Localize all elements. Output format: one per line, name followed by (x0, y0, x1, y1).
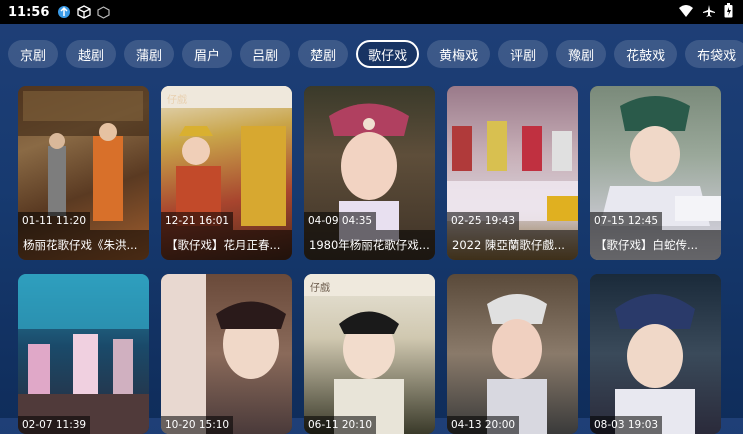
video-grid-row-2: 02-07 11:39 10-20 15:10 仔戲 06-11 20:10 0… (18, 274, 721, 434)
date-badge: 01-11 11:20 (18, 212, 91, 230)
date-badge: 04-13 20:00 (447, 416, 520, 434)
tab-chuju[interactable]: 楚剧 (298, 40, 349, 68)
video-thumbnail (304, 274, 435, 434)
video-card[interactable]: 02-25 19:43 2022 陳亞蘭歌仔戲... (447, 86, 578, 260)
video-card[interactable]: 02-07 11:39 (18, 274, 149, 434)
video-card[interactable]: 04-09 04:35 1980年杨丽花歌仔戏... (304, 86, 435, 260)
video-card[interactable]: 仔戲 06-11 20:10 (304, 274, 435, 434)
video-title: 【歌仔戏】白蛇传... (590, 230, 721, 260)
thumbnail-scene (487, 294, 547, 434)
video-card[interactable]: 10-20 15:10 (161, 274, 292, 434)
date-badge: 08-03 19:03 (590, 416, 663, 434)
video-title: 【歌仔戏】花月正春... (161, 230, 292, 260)
notification-dot-icon (57, 5, 71, 19)
thumbnail-scene (615, 294, 695, 434)
video-card[interactable]: 07-15 12:45 【歌仔戏】白蛇传... (590, 86, 721, 260)
video-card[interactable]: 仔戲 12-21 16:01 【歌仔戏】花月正春... (161, 86, 292, 260)
date-badge: 06-11 20:10 (304, 416, 377, 434)
video-title: 2022 陳亞蘭歌仔戲... (447, 230, 578, 260)
status-time: 11:56 (8, 4, 50, 20)
thumbnail-scene (18, 274, 149, 434)
thumbnail-scene (304, 274, 435, 434)
tab-meihu[interactable]: 眉户 (182, 40, 233, 68)
date-badge: 02-25 19:43 (447, 212, 520, 230)
date-badge: 12-21 16:01 (161, 212, 234, 230)
cube-outline-icon (97, 5, 110, 19)
cube-icon (77, 5, 92, 19)
battery-icon (724, 3, 733, 18)
tab-budaixi[interactable]: 布袋戏 (685, 40, 743, 68)
date-badge: 07-15 12:45 (590, 212, 663, 230)
corner-label: 仔戲 (167, 95, 187, 106)
video-card[interactable]: 01-11 11:20 杨丽花歌仔戏《朱洪... (18, 86, 149, 260)
tab-gezaixi[interactable]: 歌仔戏 (356, 40, 420, 68)
date-badge: 04-09 04:35 (304, 212, 377, 230)
tab-puju[interactable]: 蒲剧 (124, 40, 175, 68)
video-thumbnail (161, 274, 292, 434)
corner-label: 仔戲 (310, 283, 330, 294)
tab-yuju[interactable]: 豫剧 (556, 40, 607, 68)
tab-pingju[interactable]: 评剧 (498, 40, 549, 68)
date-badge: 02-07 11:39 (18, 416, 91, 434)
status-bar: 11:56 (0, 0, 743, 24)
tab-jingju[interactable]: 京剧 (8, 40, 59, 68)
video-title: 1980年杨丽花歌仔戏... (304, 230, 435, 260)
video-card[interactable]: 04-13 20:00 (447, 274, 578, 434)
video-grid: 01-11 11:20 杨丽花歌仔戏《朱洪... 仔戲 12-21 16:01 … (18, 86, 721, 260)
video-title: 杨丽花歌仔戏《朱洪... (18, 230, 149, 260)
video-thumbnail (18, 274, 149, 434)
video-thumbnail (447, 274, 578, 434)
tab-lvju[interactable]: 吕剧 (240, 40, 291, 68)
video-thumbnail (590, 274, 721, 434)
airplane-icon (702, 4, 716, 18)
video-card[interactable]: 08-03 19:03 (590, 274, 721, 434)
wifi-icon (678, 4, 694, 18)
tab-huangmeixi[interactable]: 黄梅戏 (427, 40, 491, 68)
category-tabs: 京剧 越剧 蒲剧 眉户 吕剧 楚剧 歌仔戏 黄梅戏 评剧 豫剧 花鼓戏 布袋戏 … (8, 40, 743, 68)
tab-huaguxi[interactable]: 花鼓戏 (614, 40, 678, 68)
date-badge: 10-20 15:10 (161, 416, 234, 434)
tab-yueju[interactable]: 越剧 (66, 40, 117, 68)
thumbnail-scene (161, 274, 286, 434)
